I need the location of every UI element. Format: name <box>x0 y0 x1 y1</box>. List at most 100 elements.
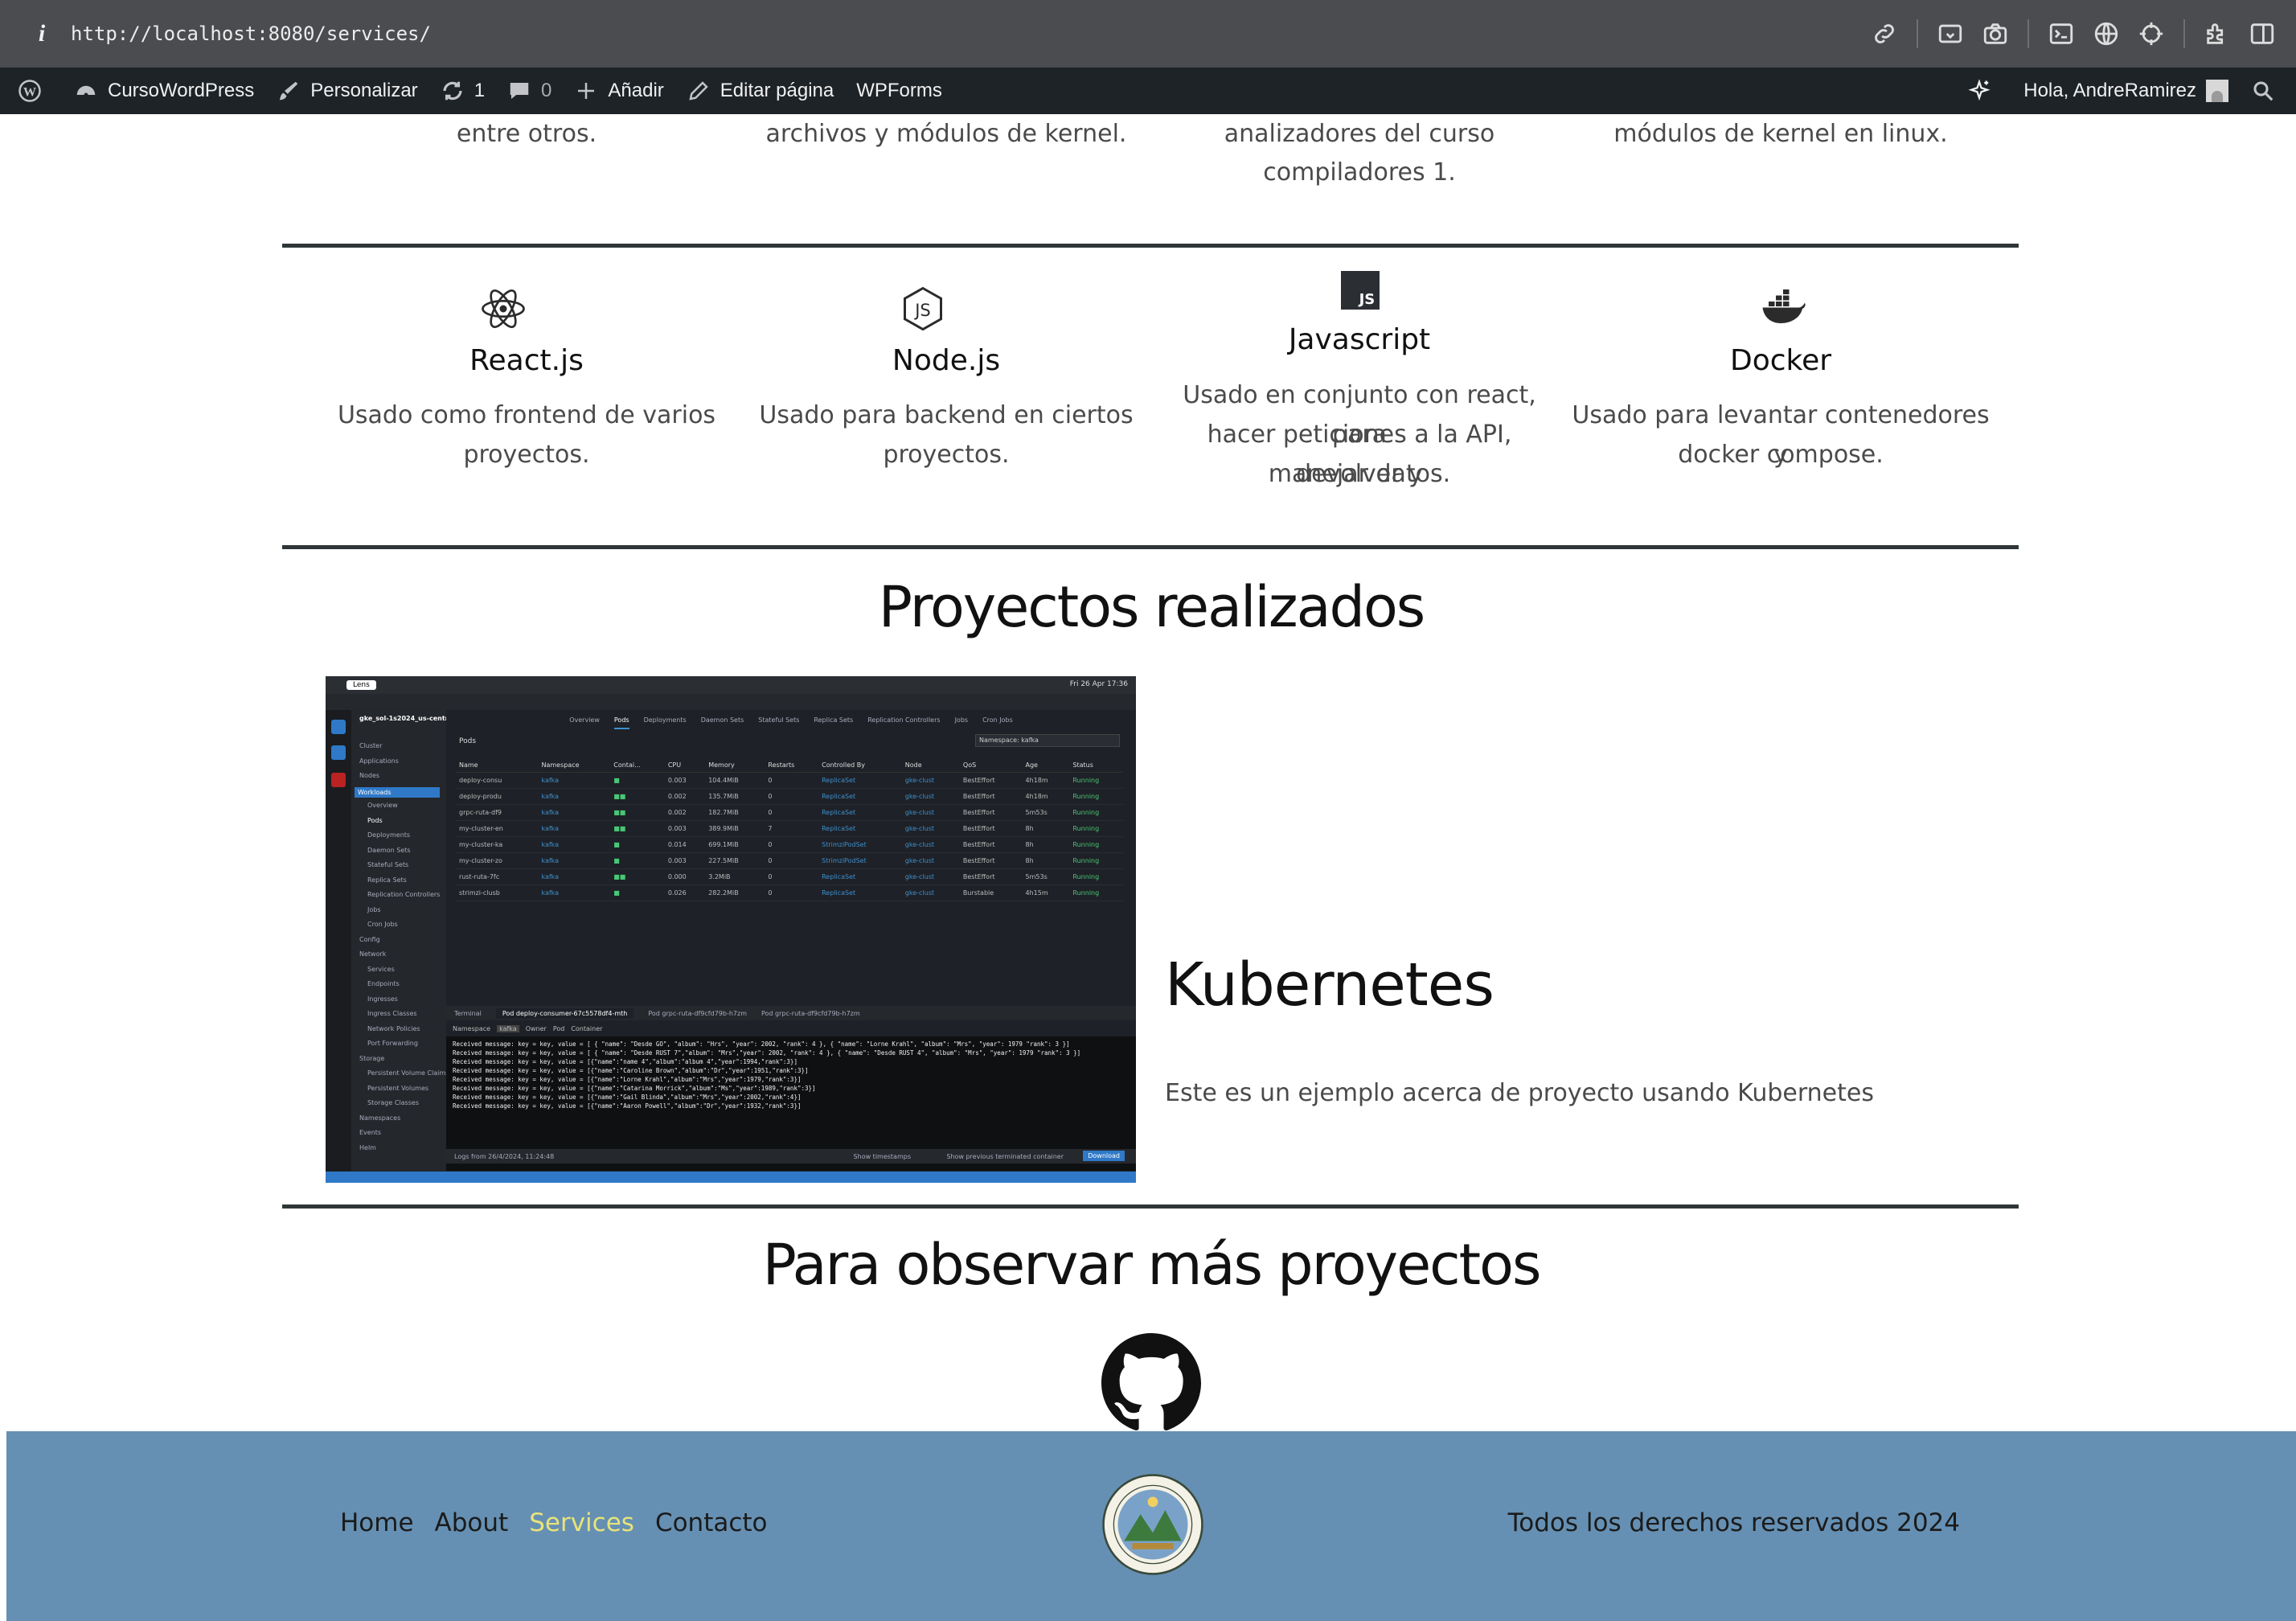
pods-column-header: Memory <box>705 758 765 773</box>
account-menu[interactable]: Hola, AndreRamirez <box>2012 68 2240 114</box>
terminal-icon[interactable] <box>2039 0 2084 68</box>
wordpress-logo-icon[interactable]: W <box>0 68 63 114</box>
browser-url-bar: i http://localhost:8080/services/ <box>0 0 2296 68</box>
pods-table-cell: kafka <box>538 772 611 789</box>
pods-table-cell: rust-ruta-7fc <box>456 868 539 885</box>
pods-table-cell: BestEffort <box>959 804 1023 821</box>
lens-sidebar-item: Overview <box>367 802 398 809</box>
browser-toolbar <box>1862 0 2296 68</box>
page-content: entre otros. archivos y módulos de kerne… <box>6 114 2296 1431</box>
pods-table-cell: 389.9MiB <box>705 820 765 837</box>
pods-table-cell: 0.003 <box>664 852 706 869</box>
pods-table-cell: my-cluster-en <box>456 820 539 837</box>
log-line: Received message: key = key, value = [{"… <box>453 1058 797 1065</box>
pods-table-cell: kafka <box>538 804 611 821</box>
pods-table-cell: 8h <box>1022 836 1070 853</box>
pods-table-cell: gke-clust <box>901 820 960 837</box>
copyright-text: Todos los derechos reservados 2024 <box>1507 1508 1960 1537</box>
pods-table-cell: BestEffort <box>959 836 1023 853</box>
add-new-link[interactable]: Añadir <box>563 68 674 114</box>
pods-table-cell: 0.003 <box>664 772 706 789</box>
url-field[interactable]: http://localhost:8080/services/ <box>71 23 431 45</box>
lens-sidebar-item: Endpoints <box>367 980 400 987</box>
footer-nav-link-home[interactable]: Home <box>340 1508 414 1537</box>
lens-sidebar-item: Namespaces <box>359 1114 401 1122</box>
tech-desc-node-1: Usado para backend en ciertos <box>759 401 1134 429</box>
pods-table-cell: 0.014 <box>664 836 706 853</box>
site-info-icon[interactable]: i <box>26 20 58 47</box>
workload-tabs: Overview Pods Deployments Daemon Sets Statef… <box>446 716 1136 729</box>
log-line: Received message: key = key, value = [{"… <box>453 1094 802 1101</box>
log-footer: Logs from 26/4/2024, 11:24:48 Show times… <box>446 1149 1136 1163</box>
pods-table-cell: 7 <box>765 820 819 837</box>
wpforms-label: WPForms <box>856 80 942 101</box>
lens-tab: Deployments <box>643 716 687 724</box>
svg-text:JS: JS <box>913 301 931 320</box>
site-footer: Home About Services Contacto Todos los dere… <box>6 1431 2296 1621</box>
site-name-link[interactable]: CursoWordPress <box>63 68 265 114</box>
comments-link[interactable]: 0 <box>496 68 563 114</box>
namespace-filter: Namespace: kafka <box>975 734 1120 747</box>
pods-table-cell: kafka <box>538 788 611 805</box>
pods-table-row: deploy-produ kafka ■■ 0.002 135.7MiB 0 Replica… <box>456 788 1123 805</box>
crosshair-icon[interactable] <box>2129 0 2174 68</box>
pods-table-cell: 0 <box>765 884 819 901</box>
pods-table-cell: my-cluster-ka <box>456 836 539 853</box>
pods-table-cell: 0 <box>765 868 819 885</box>
pods-table-cell: kafka <box>538 884 611 901</box>
pods-table-cell: strimzi-clusb <box>456 884 539 901</box>
pods-table-cell: BestEffort <box>959 820 1023 837</box>
show-previous: Show previous terminated container <box>946 1152 1064 1160</box>
pods-column-header: CPU <box>664 758 706 773</box>
terminal-tab: Pod grpc-ruta-df9cfd79b-h7zm <box>761 1009 860 1017</box>
wp-admin-bar: W CursoWordPress Personalizar 1 0 Añadir… <box>0 68 2296 114</box>
lens-sidebar-item: Helm <box>359 1143 376 1151</box>
globe-icon[interactable] <box>2084 0 2129 68</box>
footer-nav-link-about[interactable]: About <box>435 1508 509 1537</box>
wpforms-link[interactable]: WPForms <box>845 68 953 114</box>
footer-nav-link-contacto[interactable]: Contacto <box>655 1508 768 1537</box>
lens-sidebar-item: Replication Controllers <box>367 891 441 898</box>
log-filter-bar: Namespace kafka Owner Pod Container <box>446 1020 1136 1036</box>
camera-icon[interactable] <box>1973 0 2018 68</box>
search-icon[interactable] <box>2240 68 2296 114</box>
university-seal-icon <box>1102 1474 1203 1575</box>
log-line: Received message: key = key, value = [ {… <box>453 1040 1070 1048</box>
pods-table-cell: 8h <box>1022 820 1070 837</box>
pods-table-cell: gke-clust <box>901 884 960 901</box>
kubernetes-title: Kubernetes <box>1165 950 1494 1020</box>
lens-sidebar-item: Stateful Sets <box>367 861 409 868</box>
link-icon[interactable] <box>1862 0 1907 68</box>
lens-sidebar-item: Persistent Volume Claims <box>367 1069 449 1077</box>
comments-count: 0 <box>541 80 552 101</box>
pods-table-cell: ReplicaSet <box>818 804 902 821</box>
lens-sidebar-item: Config <box>359 935 380 943</box>
pods-table-cell: ■■ <box>610 868 665 885</box>
footer-nav-link-services[interactable]: Services <box>529 1508 634 1537</box>
extensions-icon[interactable] <box>2195 0 2240 68</box>
pods-table-cell: StrimziPodSet <box>818 836 902 853</box>
updates-icon <box>443 81 462 101</box>
lens-sidebar-item: Port Forwarding <box>367 1040 418 1047</box>
svg-text:W: W <box>23 84 36 99</box>
pods-table-cell: Running <box>1069 884 1123 901</box>
pods-table-cell: Running <box>1069 852 1123 869</box>
sidebar-toggle-icon[interactable] <box>2240 0 2285 68</box>
pods-column-header: Name <box>456 758 539 773</box>
pods-table-cell: gke-clust <box>901 788 960 805</box>
pods-table-cell: ■■ <box>610 820 665 837</box>
edit-page-link[interactable]: Editar página <box>675 68 845 114</box>
screenshot-area-icon[interactable] <box>1928 0 1973 68</box>
add-new-label: Añadir <box>608 80 664 101</box>
divider <box>282 244 2019 248</box>
pods-table-cell: 0.026 <box>664 884 706 901</box>
ai-sparkle-icon[interactable] <box>1956 68 2012 114</box>
pods-table-cell: ■ <box>610 836 665 853</box>
updates-link[interactable]: 1 <box>429 68 496 114</box>
github-icon[interactable] <box>1101 1333 1201 1431</box>
pods-column-header: Controlled By <box>818 758 902 773</box>
terminal-tab: Pod deploy-consumer-67c5578df4-mth <box>495 1007 634 1019</box>
service-desc-1: entre otros. <box>456 120 597 148</box>
customize-link[interactable]: Personalizar <box>265 68 428 114</box>
log-line: Received message: key = key, value = [{"… <box>453 1102 802 1110</box>
